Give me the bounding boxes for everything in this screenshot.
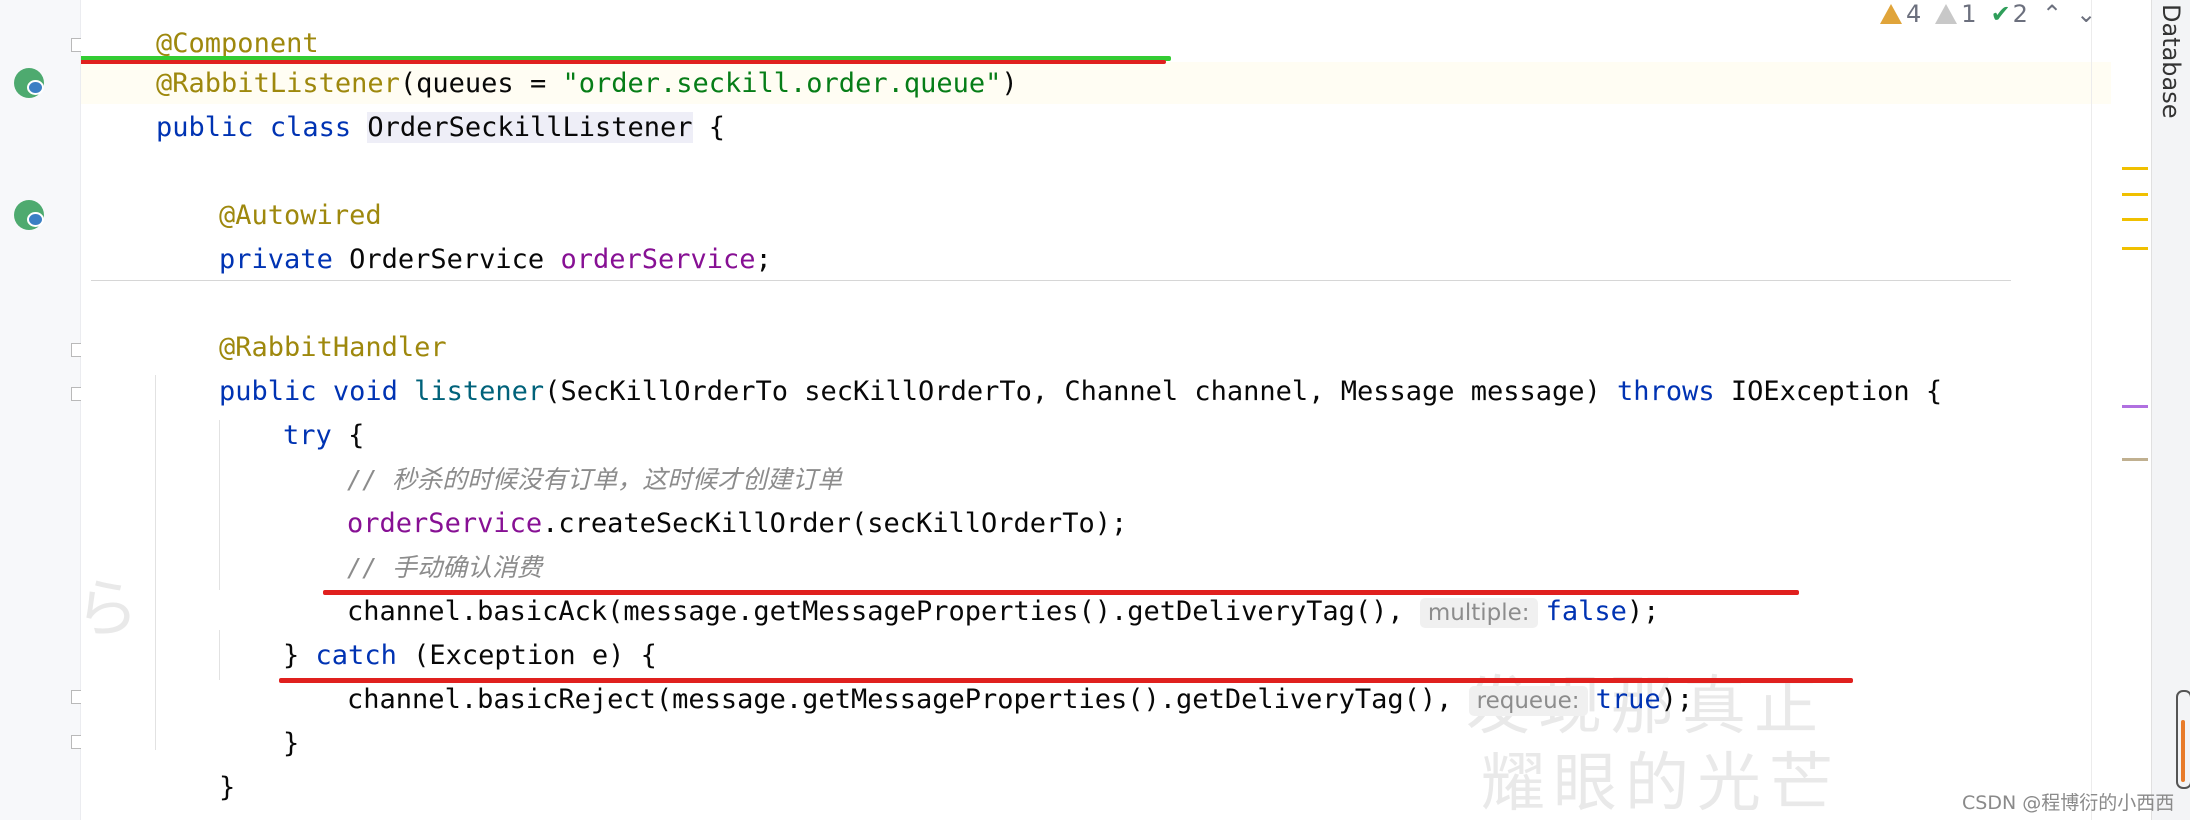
parameter-hint: requeue:	[1468, 686, 1588, 716]
code-line: // 手动确认消费	[282, 502, 542, 582]
ok-indicator[interactable]: ✔2	[1991, 0, 2028, 28]
code-line: orderService.createSecKillOrder(secKillO…	[282, 458, 1127, 539]
exception-type: IOException {	[1714, 376, 1943, 407]
code-line: channel.basicReject(message.getMessagePr…	[282, 634, 1693, 716]
code-line: public void listener(SecKillOrderTo secK…	[154, 326, 1942, 407]
database-tool-tab[interactable]: Database	[2157, 4, 2185, 119]
keyword: private	[219, 244, 333, 275]
punctuation: )	[1001, 68, 1018, 99]
punctuation: }	[283, 728, 300, 759]
method-params: (SecKillOrderTo secKillOrderTo, Channel …	[544, 376, 1618, 407]
keyword: class	[269, 112, 352, 143]
keyword: public	[156, 112, 254, 143]
type-name: OrderService	[349, 244, 545, 275]
code-line: }	[154, 722, 235, 803]
code-editor[interactable]: 发现那真正 耀眼的光芒 こ たら @Component @RabbitListe…	[81, 0, 2111, 820]
red-underline-annotation	[279, 678, 1853, 683]
code-line: }	[218, 678, 299, 759]
keyword: false	[1545, 596, 1627, 627]
autowired-navigation-icon[interactable]	[14, 200, 44, 230]
chevron-up-icon[interactable]: ⌃	[2042, 0, 2062, 28]
chevron-down-icon[interactable]: ⌄	[2076, 0, 2096, 28]
usage-stripe-marker[interactable]	[2122, 458, 2148, 461]
code-line: @RabbitHandler	[154, 282, 447, 363]
red-underline-annotation	[81, 60, 1166, 64]
method-call: channel.basicReject(message.getMessagePr…	[347, 684, 1469, 715]
warning-stripe-marker[interactable]	[2122, 218, 2148, 221]
code-line: private OrderService orderService;	[154, 194, 772, 275]
warnings-indicator[interactable]: 4	[1880, 0, 1921, 28]
class-name: OrderSeckillListener	[367, 112, 693, 143]
keyword: true	[1595, 684, 1661, 715]
background-watermark-text: 耀眼的光芒	[1481, 747, 1841, 820]
parameter-hint: multiple:	[1419, 598, 1538, 628]
credit-watermark: CSDN @程博衍的小西西	[1962, 792, 2175, 814]
right-margin-guide	[2091, 0, 2092, 820]
punctuation: ;	[755, 244, 772, 275]
code-line: try {	[218, 370, 364, 451]
punctuation: );	[1660, 684, 1694, 715]
error-stripe[interactable]	[2111, 0, 2151, 820]
field-name: orderService	[560, 244, 756, 275]
code-line: channel.basicAck(message.getMessagePrope…	[282, 546, 1659, 628]
background-watermark-text: こ たら	[81, 573, 139, 647]
warning-icon	[1880, 4, 1902, 24]
code-line: public class OrderSeckillListener {	[91, 62, 725, 143]
red-underline-annotation	[323, 590, 1799, 595]
code-line: @Autowired	[154, 150, 382, 231]
scroll-indicator	[2181, 720, 2185, 782]
punctuation: {	[692, 112, 726, 143]
warnings-count: 4	[1906, 0, 1922, 28]
editor-gutter	[0, 0, 85, 820]
weak-warnings-count: 1	[1961, 0, 1977, 28]
inspection-widget[interactable]: 4 1 ✔2 ⌃ ⌄	[1880, 0, 2096, 28]
keyword: throws	[1617, 376, 1715, 407]
warning-stripe-marker[interactable]	[2122, 167, 2148, 170]
bean-navigation-icon[interactable]	[14, 68, 44, 98]
code-line: } catch (Exception e) {	[218, 590, 657, 671]
method-call: .createSecKillOrder(secKillOrderTo);	[542, 508, 1128, 539]
ok-count: 2	[2012, 0, 2028, 28]
usage-stripe-marker[interactable]	[2122, 405, 2148, 408]
method-name: listener	[414, 376, 545, 407]
warning-stripe-marker[interactable]	[2122, 193, 2148, 196]
weak-warnings-indicator[interactable]: 1	[1935, 0, 1977, 28]
code-line: // 秒杀的时候没有订单，这时候才创建订单	[282, 414, 842, 494]
double-check-icon: ✔	[1990, 0, 2011, 28]
punctuation: }	[219, 772, 236, 803]
punctuation: );	[1626, 596, 1660, 627]
warning-stripe-marker[interactable]	[2122, 247, 2148, 250]
weak-warning-icon	[1935, 4, 1958, 24]
